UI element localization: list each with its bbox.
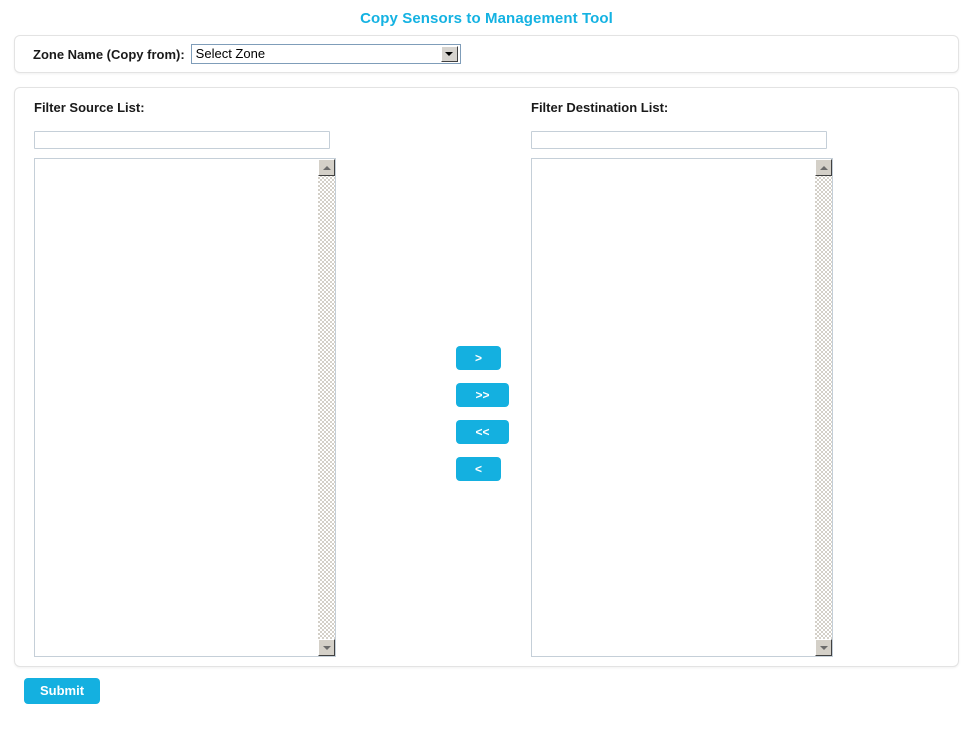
move-all-left-button[interactable]: << — [456, 420, 509, 444]
move-all-right-button[interactable]: >> — [456, 383, 509, 407]
zone-select-value: Select Zone — [192, 45, 441, 63]
scroll-down-glyph — [820, 646, 828, 650]
scroll-up-arrow-icon[interactable] — [815, 159, 832, 176]
scroll-down-arrow-icon[interactable] — [318, 639, 335, 656]
scroll-up-glyph — [323, 166, 331, 170]
destination-listbox-scrollbar[interactable] — [815, 159, 832, 656]
chevron-down-icon[interactable] — [441, 46, 458, 62]
source-filter-input[interactable] — [34, 131, 330, 149]
dual-list-panel: Filter Source List: > >> << < Filter Des… — [14, 87, 959, 667]
destination-list-column: Filter Destination List: — [531, 100, 833, 657]
move-left-button[interactable]: < — [456, 457, 501, 481]
zone-panel: Zone Name (Copy from): Select Zone — [14, 35, 959, 73]
chevron-down-glyph — [445, 52, 453, 56]
source-listbox[interactable] — [34, 158, 336, 657]
zone-name-label: Zone Name (Copy from): — [33, 47, 185, 62]
scroll-up-glyph — [820, 166, 828, 170]
footer-actions: Submit — [24, 678, 973, 704]
source-listbox-scrollbar[interactable] — [318, 159, 335, 656]
source-list-heading: Filter Source List: — [34, 100, 336, 115]
destination-listbox-items[interactable] — [532, 159, 815, 656]
zone-select[interactable]: Select Zone — [191, 44, 461, 64]
scroll-down-arrow-icon[interactable] — [815, 639, 832, 656]
move-right-button[interactable]: > — [456, 346, 501, 370]
destination-filter-input[interactable] — [531, 131, 827, 149]
destination-list-heading: Filter Destination List: — [531, 100, 833, 115]
page-title: Copy Sensors to Management Tool — [0, 0, 973, 35]
scroll-down-glyph — [323, 646, 331, 650]
scroll-up-arrow-icon[interactable] — [318, 159, 335, 176]
submit-button[interactable]: Submit — [24, 678, 100, 704]
destination-listbox[interactable] — [531, 158, 833, 657]
source-list-column: Filter Source List: — [34, 100, 336, 657]
source-listbox-items[interactable] — [35, 159, 318, 656]
